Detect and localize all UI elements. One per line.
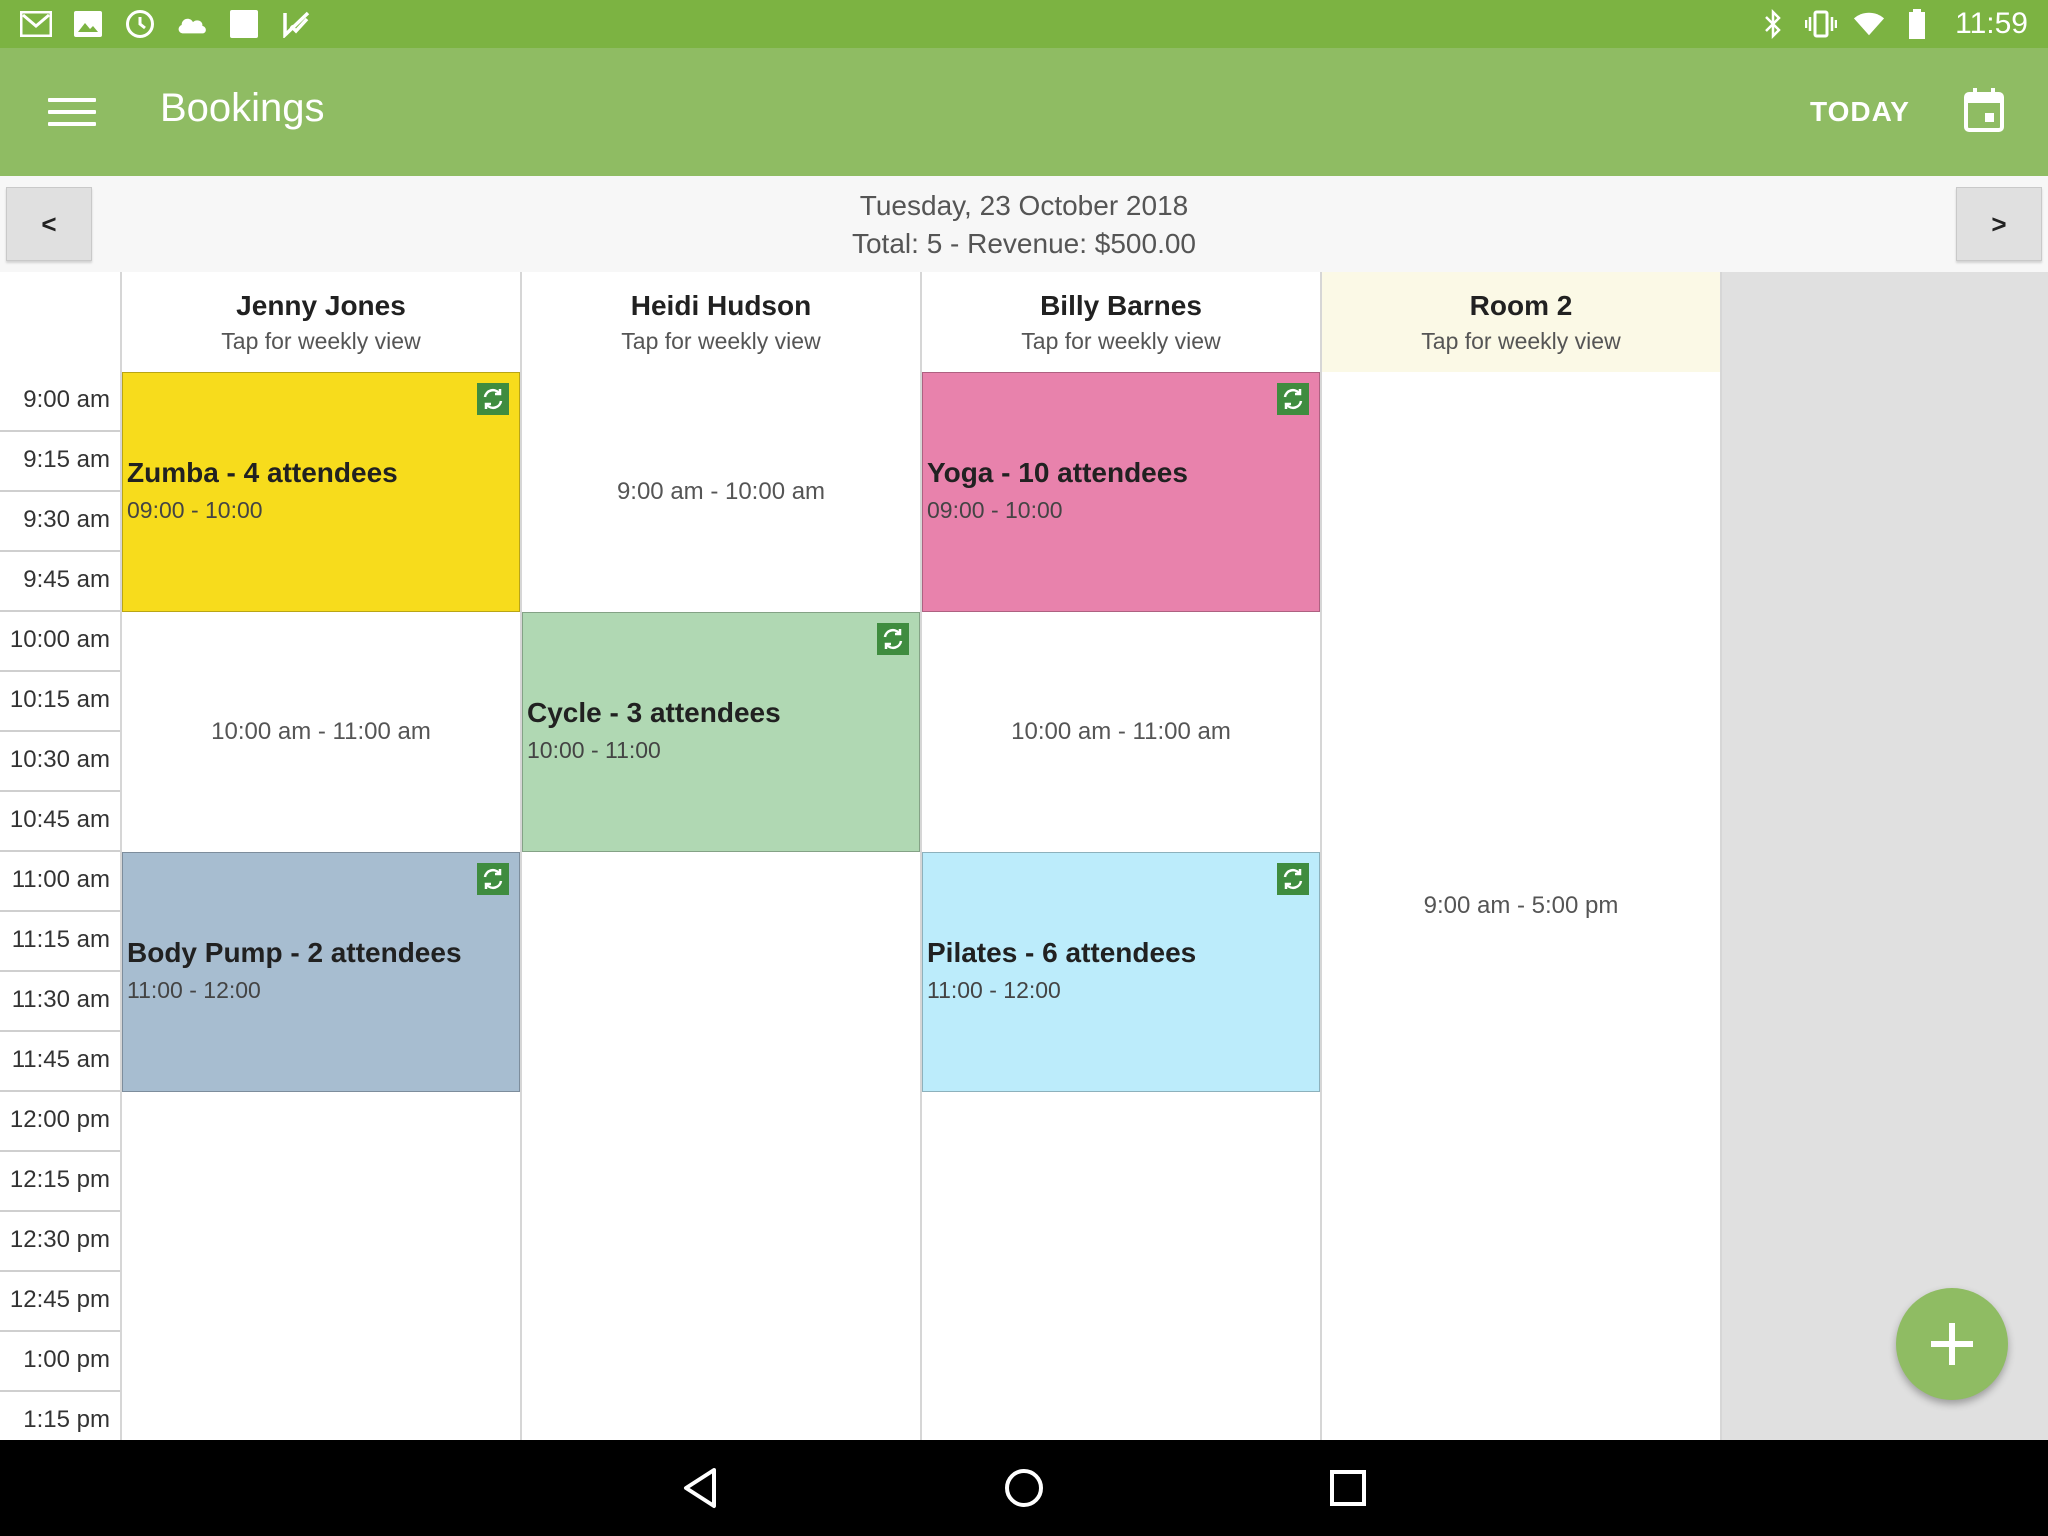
booking-time: 09:00 - 10:00 xyxy=(927,497,1063,523)
booking-title: Zumba - 4 attendees xyxy=(127,457,398,488)
clock-icon xyxy=(124,8,156,40)
column-header[interactable]: Room 2 Tap for weekly view xyxy=(1322,272,1720,372)
recurring-icon xyxy=(877,623,909,655)
schedule-column[interactable]: Room 2 Tap for weekly view 9:00 am - 5:00 … xyxy=(1322,272,1722,1440)
gmail-icon xyxy=(20,8,52,40)
column-name: Room 2 xyxy=(1469,290,1573,321)
check-flag-icon xyxy=(280,8,312,40)
page-title: Bookings xyxy=(160,86,325,130)
booking-title: Yoga - 10 attendees xyxy=(927,457,1188,488)
column-name: Billy Barnes xyxy=(1040,290,1202,321)
time-slot-label: 10:15 am xyxy=(0,672,120,732)
booking-time: 11:00 - 12:00 xyxy=(127,977,261,1003)
schedule-grid[interactable]: 9:00 am 9:15 am 9:30 am 9:45 am 10:00 am 10:1… xyxy=(0,272,2048,1440)
booking-time: 11:00 - 12:00 xyxy=(927,977,1061,1003)
time-slot-label: 9:00 am xyxy=(0,372,120,432)
time-slot-label: 10:45 am xyxy=(0,792,120,852)
availability-label: 10:00 am - 11:00 am xyxy=(1011,718,1231,745)
time-slot-label: 12:15 pm xyxy=(0,1152,120,1212)
time-slot-label: 9:15 am xyxy=(0,432,120,492)
booking-title: Cycle - 3 attendees xyxy=(527,697,781,728)
time-slot-label: 12:00 pm xyxy=(0,1092,120,1152)
time-slot-label: 10:30 am xyxy=(0,732,120,792)
add-booking-button[interactable] xyxy=(1896,1288,2008,1400)
time-slot-label: 11:00 am xyxy=(0,852,120,912)
calendar-icon[interactable] xyxy=(1964,88,2004,132)
app-bar: Bookings TODAY xyxy=(0,48,2048,176)
bluetooth-icon xyxy=(1757,8,1789,40)
column-header[interactable]: Jenny Jones Tap for weekly view xyxy=(122,272,520,372)
time-slot-label: 12:30 pm xyxy=(0,1212,120,1272)
booking-card[interactable]: Body Pump - 2 attendees 11:00 - 12:00 xyxy=(122,852,520,1092)
time-slot-label: 11:30 am xyxy=(0,972,120,1032)
availability-label: 9:00 am - 5:00 pm xyxy=(1423,892,1619,919)
time-slot-label: 9:30 am xyxy=(0,492,120,552)
home-icon[interactable] xyxy=(1000,1464,1048,1512)
booking-card[interactable]: Yoga - 10 attendees 09:00 - 10:00 xyxy=(922,372,1320,612)
time-slot-label: 11:15 am xyxy=(0,912,120,972)
recurring-icon xyxy=(477,863,509,895)
booking-title: Pilates - 6 attendees xyxy=(927,937,1197,968)
booking-title: Body Pump - 2 attendees xyxy=(127,937,462,968)
status-bar: 11:59 xyxy=(0,0,2048,48)
system-nav-bar xyxy=(0,1440,2048,1536)
schedule-column[interactable]: Heidi Hudson Tap for weekly view 9:00 am -… xyxy=(522,272,922,1440)
availability-label: 10:00 am - 11:00 am xyxy=(211,718,431,745)
system-icons: 11:59 xyxy=(1757,6,2028,42)
status-time: 11:59 xyxy=(1955,7,2028,40)
column-header[interactable]: Heidi Hudson Tap for weekly view xyxy=(522,272,920,372)
column-subtitle: Tap for weekly view xyxy=(1021,328,1221,354)
time-slot-label: 12:45 pm xyxy=(0,1272,120,1332)
today-button[interactable]: TODAY xyxy=(1810,96,1910,128)
menu-icon[interactable] xyxy=(48,88,96,136)
time-slot-label: 10:00 am xyxy=(0,612,120,672)
bookings-summary: Total: 5 - Revenue: $500.00 xyxy=(851,228,1196,259)
column-name: Jenny Jones xyxy=(236,290,406,321)
time-slot-label: 1:15 pm xyxy=(0,1392,120,1440)
back-icon[interactable] xyxy=(676,1464,724,1512)
empty-area xyxy=(1720,272,2048,1440)
time-slot-label: 1:00 pm xyxy=(0,1332,120,1392)
recents-icon[interactable] xyxy=(1324,1464,1372,1512)
booking-time: 09:00 - 10:00 xyxy=(127,497,263,523)
next-day-button[interactable]: > xyxy=(1956,187,2042,261)
battery-icon xyxy=(1901,8,1933,40)
column-header[interactable]: Billy Barnes Tap for weekly view xyxy=(922,272,1320,372)
booking-card[interactable]: Pilates - 6 attendees 11:00 - 12:00 xyxy=(922,852,1320,1092)
booking-card[interactable]: Cycle - 3 attendees 10:00 - 11:00 xyxy=(522,612,920,852)
square-icon xyxy=(228,8,260,40)
vibrate-icon xyxy=(1805,8,1838,40)
booking-time: 10:00 - 11:00 xyxy=(527,737,661,763)
current-date: Tuesday, 23 October 2018 xyxy=(859,190,1189,221)
availability-label: 9:00 am - 10:00 am xyxy=(616,478,826,505)
plus-icon xyxy=(1931,1323,1973,1365)
notification-icons xyxy=(20,8,312,40)
schedule-column[interactable]: Billy Barnes Tap for weekly view 10:00 am … xyxy=(922,272,1322,1440)
time-slot-label: 9:45 am xyxy=(0,552,120,612)
booking-card[interactable]: Zumba - 4 attendees 09:00 - 10:00 xyxy=(122,372,520,612)
time-slot-label: 11:45 am xyxy=(0,1032,120,1092)
recurring-icon xyxy=(1277,383,1309,415)
schedule-column[interactable]: Jenny Jones Tap for weekly view 10:00 am -… xyxy=(122,272,522,1440)
image-icon xyxy=(72,8,104,40)
column-subtitle: Tap for weekly view xyxy=(1421,328,1621,354)
wifi-icon xyxy=(1853,8,1885,40)
date-bar: < Tuesday, 23 October 2018 Total: 5 - Re… xyxy=(0,176,2048,272)
column-subtitle: Tap for weekly view xyxy=(621,328,821,354)
time-axis: 9:00 am 9:15 am 9:30 am 9:45 am 10:00 am 10:1… xyxy=(0,372,120,1440)
column-subtitle: Tap for weekly view xyxy=(221,328,421,354)
recurring-icon xyxy=(1277,863,1309,895)
column-name: Heidi Hudson xyxy=(630,290,812,321)
cloud-icon xyxy=(176,8,208,40)
recurring-icon xyxy=(477,383,509,415)
